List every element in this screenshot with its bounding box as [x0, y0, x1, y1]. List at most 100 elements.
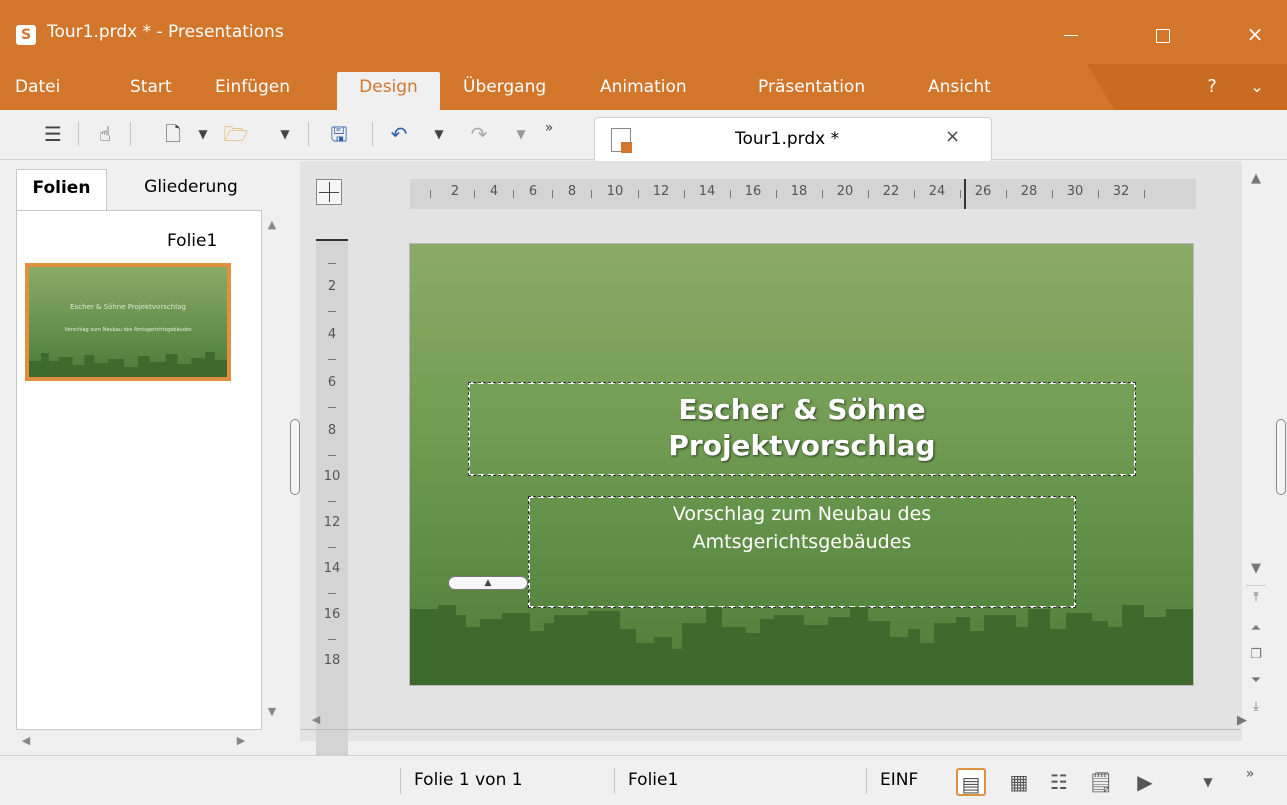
ruler-label: 18	[790, 184, 808, 199]
slides-horizontal-scrollbar[interactable]: ◀ ▶	[16, 730, 262, 752]
scroll-left-icon[interactable]: ◀	[306, 713, 326, 726]
ruler-label: 32	[1112, 184, 1130, 199]
slide-window-icon[interactable]: ❐	[1246, 647, 1266, 662]
status-more-button[interactable]: »	[1240, 760, 1260, 788]
minimize-button[interactable]	[1048, 19, 1094, 49]
scroll-up-icon[interactable]: ▲	[262, 218, 282, 231]
ruler-label: 6	[528, 184, 538, 199]
ruler-label: 16	[744, 184, 762, 199]
slides-vertical-scrollbar[interactable]: ▲ ▼	[262, 210, 284, 730]
document-tab-label: Tour1.prdx *	[735, 129, 840, 149]
vertical-ruler[interactable]: 2 4 6 8 10 12 14 16 18	[316, 239, 348, 765]
help-button[interactable]: ?	[1200, 72, 1224, 102]
thumbnail-skyline	[29, 352, 227, 377]
close-tab-icon[interactable]: ×	[945, 126, 960, 147]
normal-view-icon[interactable]: ▤	[956, 768, 986, 796]
ruler-tick	[328, 455, 336, 456]
ruler-tick	[328, 547, 336, 548]
scroll-left-icon[interactable]: ◀	[16, 734, 36, 747]
save-icon[interactable]: 🖫	[326, 120, 352, 148]
first-slide-icon[interactable]: ⤒	[1246, 585, 1266, 605]
ruler-tick	[1006, 190, 1007, 198]
slide-thumbnail[interactable]: Escher & Söhne Projektvorschlag Vorschla…	[25, 263, 231, 381]
minimize-icon	[1064, 35, 1078, 36]
slide-subtitle-line-2: Amtsgerichtsgebäudes	[692, 531, 912, 553]
insert-mode-status[interactable]: EINF	[880, 770, 918, 790]
ruler-label: 12	[652, 184, 670, 199]
new-document-icon[interactable]: 🗋	[160, 120, 186, 148]
tab-folien[interactable]: Folien	[16, 169, 107, 211]
ruler-tick	[1052, 190, 1053, 198]
open-folder-icon[interactable]: 🗁	[220, 120, 252, 148]
slide-position-status: Folie 1 von 1	[414, 770, 523, 790]
ruler-label: 14	[323, 561, 341, 576]
last-slide-icon[interactable]: ⤓	[1246, 699, 1266, 714]
scroll-right-icon[interactable]: ▶	[1232, 713, 1252, 728]
slide-subtitle: Vorschlag zum Neubau des Amtsgerichtsgeb…	[530, 500, 1074, 556]
next-slide-icon[interactable]: ⏷	[1246, 673, 1266, 688]
menu-ansicht[interactable]: Ansicht	[918, 72, 1001, 110]
editor-horizontal-scrollbar[interactable]: ◀	[300, 709, 1240, 731]
title-placeholder[interactable]: Escher & Söhne Projektvorschlag	[468, 382, 1136, 476]
editor-vertical-scrollbar[interactable]: ▲ ▼ ⤒ ⏶ ❐ ⏷ ⤓ ▶	[1237, 161, 1270, 741]
ruler-tick	[591, 190, 592, 198]
scroll-down-icon[interactable]: ▼	[262, 705, 282, 718]
menu-icon[interactable]: ☰	[40, 120, 66, 148]
menu-einfuegen[interactable]: Einfügen	[205, 72, 300, 110]
ruler-origin-button[interactable]	[316, 179, 342, 205]
ruler-label: 4	[489, 184, 499, 199]
scroll-right-icon[interactable]: ▶	[231, 734, 251, 747]
menu-datei[interactable]: Datei	[5, 72, 70, 110]
slide-canvas[interactable]: Escher & Söhne Projektvorschlag Vorschla…	[409, 243, 1194, 686]
menu-animation[interactable]: Animation	[590, 72, 697, 110]
redo-icon[interactable]: ↷	[466, 120, 492, 148]
toolbar-separator	[130, 122, 131, 146]
undo-dropdown-icon[interactable]: ▼	[432, 120, 446, 148]
thumbnail-subtitle: Vorschlag zum Neubau des Amtsgerichtsgeb…	[64, 327, 192, 333]
ruler-tick	[868, 190, 869, 198]
ruler-tick	[328, 593, 336, 594]
close-window-button[interactable]: ×	[1232, 19, 1278, 49]
slides-panel: Folien Gliederung Folie1 Escher & Söhne …	[0, 161, 288, 755]
window-title: Tour1.prdx * - Presentations	[47, 22, 284, 42]
ruler-tick	[328, 501, 336, 502]
right-panel-splitter[interactable]	[1276, 419, 1286, 495]
redo-dropdown-icon[interactable]: ▼	[514, 120, 528, 148]
toolbar-more-button[interactable]: »	[540, 114, 558, 142]
presentations-window: S Tour1.prdx * - Presentations × Datei S…	[0, 0, 1287, 805]
menu-design[interactable]: Design	[337, 72, 440, 110]
scroll-down-icon[interactable]: ▼	[1246, 561, 1266, 576]
new-document-dropdown-icon[interactable]: ▼	[196, 120, 210, 148]
slide-sorter-icon[interactable]: ▦	[1004, 768, 1034, 796]
ruler-tick	[328, 263, 336, 264]
ruler-tick	[474, 190, 475, 198]
touch-mode-icon[interactable]: ☝	[92, 120, 118, 148]
subtitle-placeholder[interactable]: Vorschlag zum Neubau des Amtsgerichtsgeb…	[528, 496, 1076, 608]
maximize-button[interactable]	[1140, 19, 1186, 49]
start-presentation-icon[interactable]: ▶	[1130, 768, 1160, 796]
scroll-up-icon[interactable]: ▲	[1246, 171, 1266, 186]
open-dropdown-icon[interactable]: ▼	[278, 120, 292, 148]
tab-gliederung[interactable]: Gliederung	[116, 169, 266, 205]
scrollbar-track	[300, 729, 1240, 730]
outline-view-icon[interactable]: ☷	[1044, 768, 1074, 796]
horizontal-ruler[interactable]: 2 4 6 8 10 12 14 16 18 20 22 24 26 28 30…	[410, 179, 1196, 209]
document-tab[interactable]: Tour1.prdx * ×	[594, 117, 992, 161]
previous-slide-icon[interactable]: ⏶	[1246, 621, 1266, 636]
status-bar: Folie 1 von 1 Folie1 EINF ▤ ▦ ☷ 🗒 ▶ ▼ »	[0, 755, 1287, 805]
menu-start[interactable]: Start	[120, 72, 182, 110]
ruler-tick	[328, 311, 336, 312]
undo-icon[interactable]: ↶	[386, 120, 412, 148]
left-panel-splitter[interactable]	[290, 419, 300, 495]
notes-view-icon[interactable]: 🗒	[1086, 768, 1116, 796]
ribbon-collapse-button[interactable]: ⌄	[1245, 72, 1269, 102]
toolbar-separator	[78, 122, 79, 146]
ruler-label: 10	[323, 469, 341, 484]
slide-thumbnail-label: Folie1	[167, 231, 218, 251]
editor-splitter-handle[interactable]: ▲	[448, 576, 528, 590]
menu-uebergang[interactable]: Übergang	[453, 72, 556, 110]
menu-praesentation[interactable]: Präsentation	[748, 72, 875, 110]
ruler-tick	[552, 190, 553, 198]
presentation-dropdown-icon[interactable]: ▼	[1198, 768, 1218, 796]
thumbnail-title: Escher & Söhne Projektvorschlag	[70, 303, 186, 311]
